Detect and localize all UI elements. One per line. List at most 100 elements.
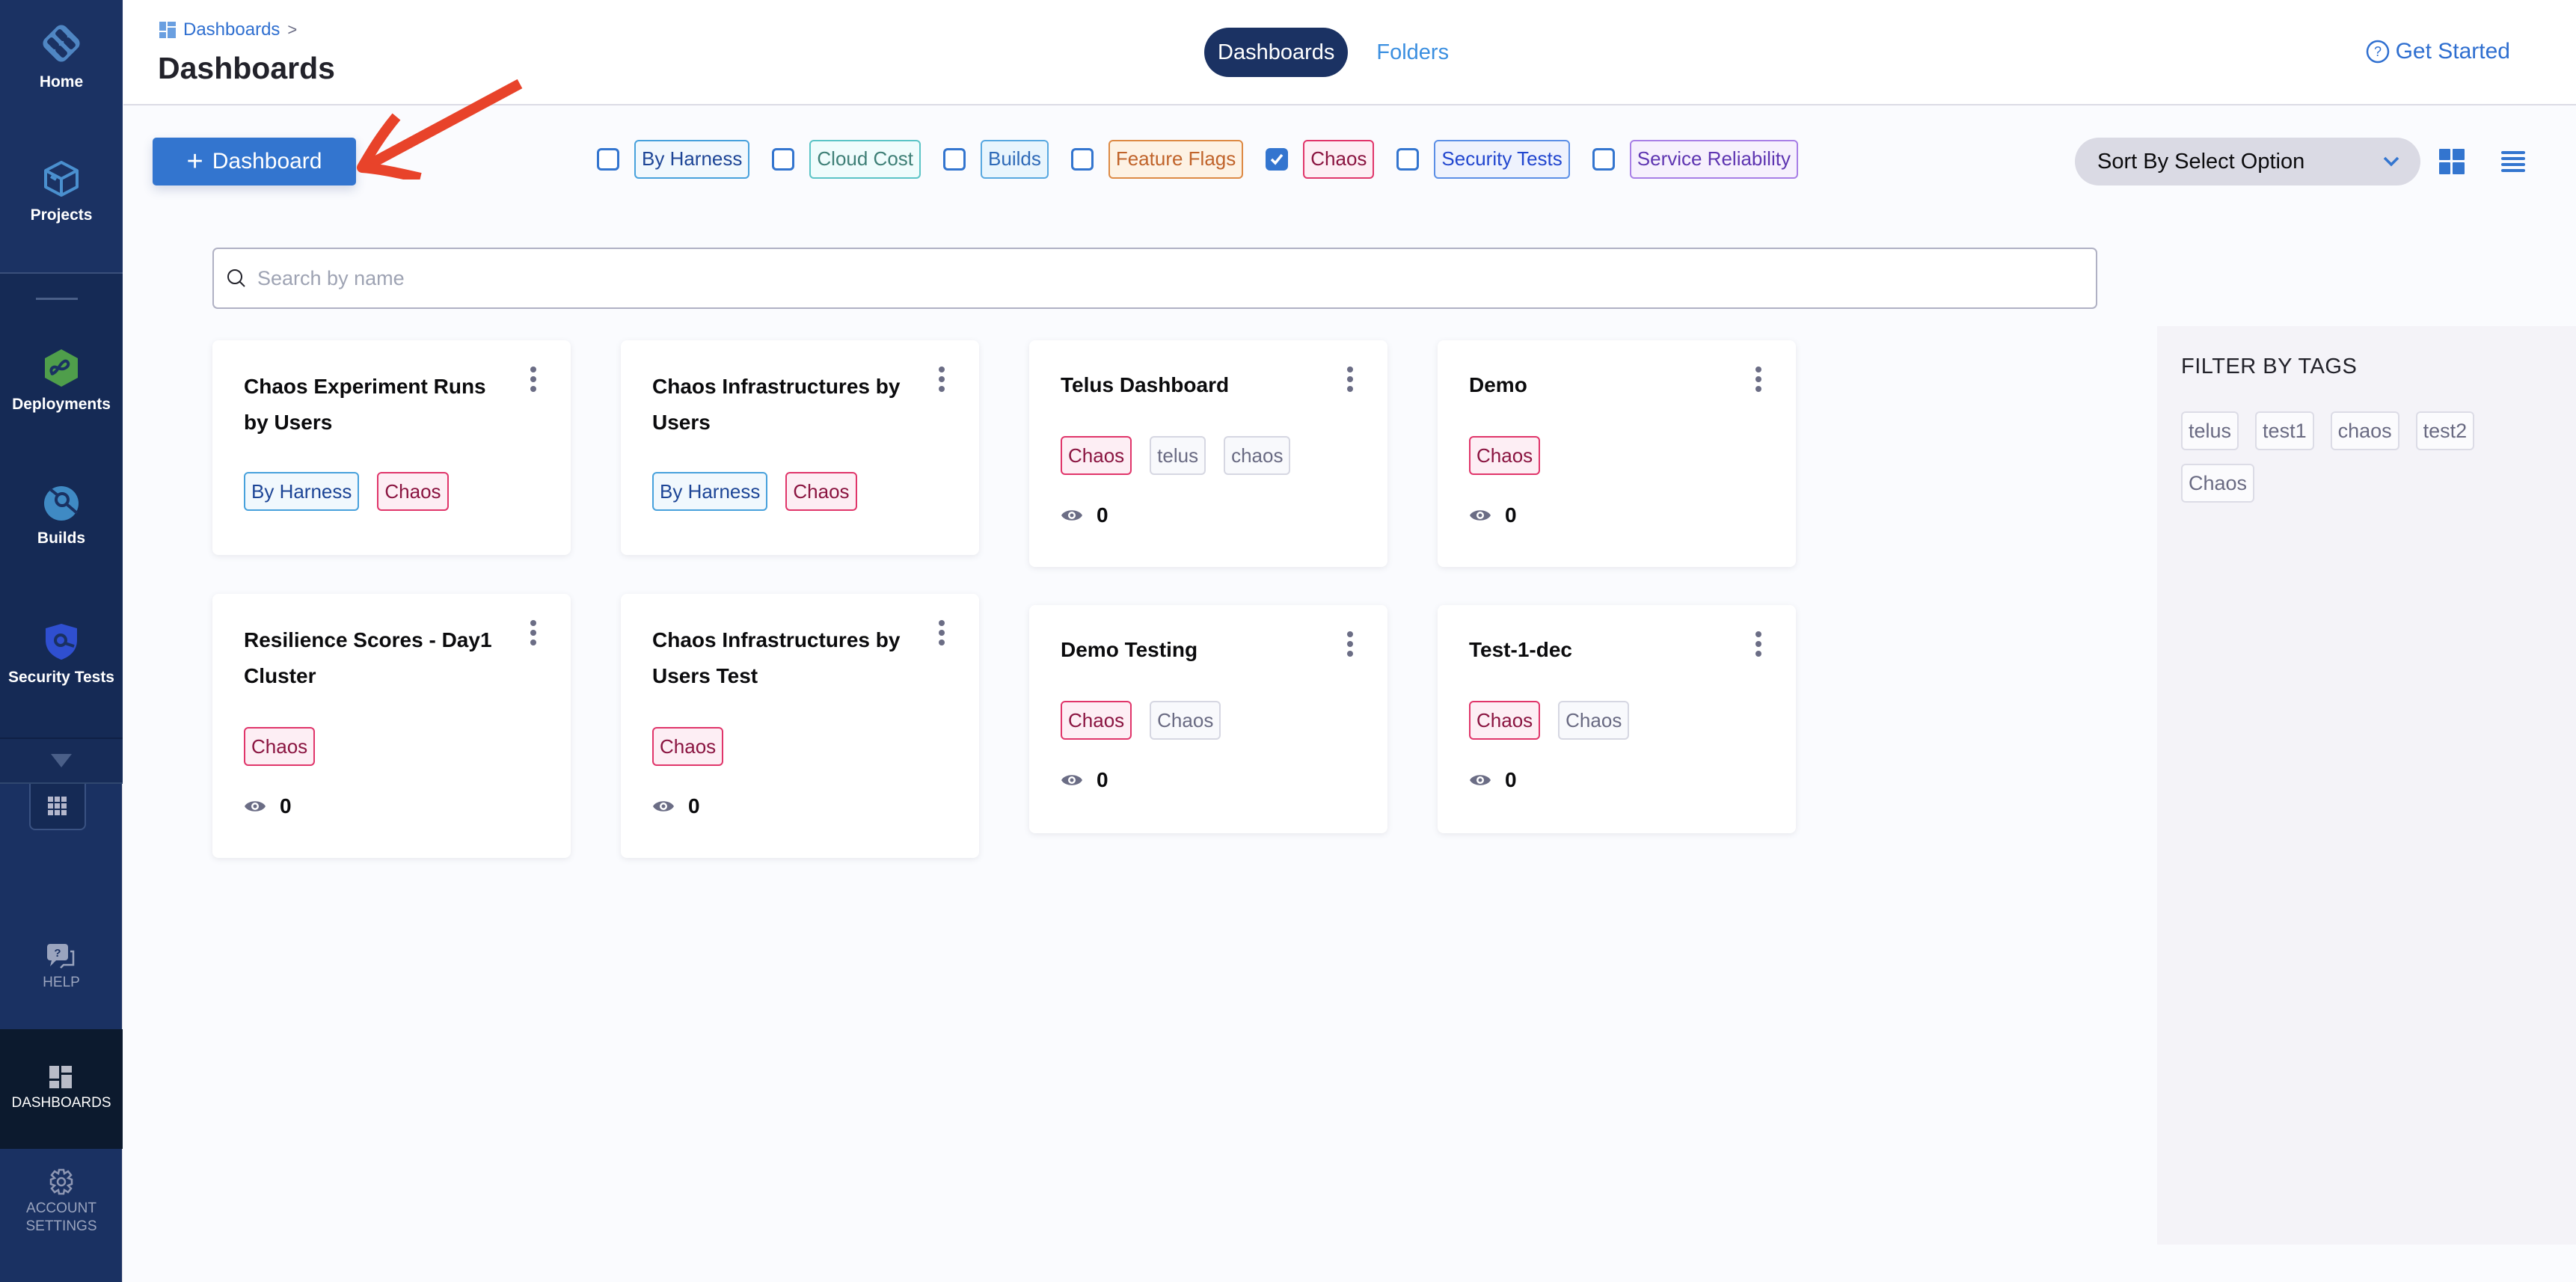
list-view-icon[interactable] [2501,150,2525,174]
grid-view-icon[interactable] [2439,149,2465,174]
sidebar-item-builds[interactable]: Builds [0,485,123,548]
filter-cloud-cost[interactable]: Cloud Cost [772,140,921,179]
tag-badge: Chaos [1469,436,1541,475]
dashboard-card[interactable]: Telus Dashboard Chaos telus chaos 0 [1029,340,1387,567]
filter-chip: Builds [981,140,1049,179]
filter-by-tags-title: FILTER BY TAGS [2181,355,2358,378]
filter-tag[interactable]: test2 [2415,411,2475,450]
more-options-icon[interactable] [1344,366,1356,396]
view-count-value: 0 [1505,503,1517,527]
module-grid-button[interactable] [29,784,86,830]
dashboards-icon [159,22,176,38]
more-options-icon[interactable] [1752,631,1764,660]
dashboard-card-title: Telus Dashboard [1061,373,1230,396]
filter-checkbox[interactable] [1070,148,1094,171]
filter-builds[interactable]: Builds [943,140,1049,179]
filter-feature-flags[interactable]: Feature Flags [1070,140,1244,179]
tag-badge: Chaos [1150,701,1221,740]
filter-checkbox[interactable] [1592,148,1615,171]
more-options-icon[interactable] [936,619,948,649]
dashboard-card[interactable]: Resilience Scores - Day1 Cluster Chaos 0 [212,594,571,858]
tab-dashboards[interactable]: Dashboards [1204,28,1349,77]
cube-icon [44,161,79,197]
search-box [212,248,2097,309]
sidebar-item-label: Home [39,73,84,91]
more-options-icon[interactable] [1344,631,1356,660]
filter-tag[interactable]: test1 [2255,411,2314,450]
dashboard-card-title: Chaos Infrastructures by Users [652,375,901,434]
sidebar-expand-modules-button[interactable] [0,737,123,784]
tag-badge: Chaos [1558,701,1630,740]
sidebar-item-dashboards[interactable]: DASHBOARDS [0,1029,123,1149]
sidebar-item-label: ACCOUNT SETTINGS [25,1200,97,1234]
sidebar-item-security-tests[interactable]: Security Tests [0,622,123,687]
dashboard-card-title: Test-1-dec [1469,638,1572,661]
view-count: 0 [1469,768,1517,792]
view-count-value: 0 [688,794,700,818]
get-started-link[interactable]: ? Get Started [2366,39,2510,64]
caret-down-icon [51,754,72,767]
more-options-icon[interactable] [527,619,539,649]
dashboard-card[interactable]: Demo Testing Chaos Chaos 0 [1029,605,1387,833]
dashboard-card-tags: By Harness Chaos [652,472,857,511]
filter-chaos[interactable]: Chaos [1266,140,1375,179]
dashboards-icon [49,1066,72,1088]
add-dashboard-button[interactable]: + Dashboard [153,138,356,185]
dashboard-card[interactable]: Test-1-dec Chaos Chaos 0 [1438,605,1796,833]
sidebar-item-projects[interactable]: Projects [0,159,123,224]
dashboard-card-tags: Chaos telus chaos [1061,436,1291,475]
filter-chip: Chaos [1303,140,1375,179]
dashboard-card[interactable]: Chaos Infrastructures by Users By Harness… [621,340,979,555]
view-count: 0 [1061,768,1108,792]
view-count-value: 0 [280,794,292,818]
view-count: 0 [244,794,292,818]
filter-tag[interactable]: chaos [2330,411,2399,450]
sidebar-item-label: Security Tests [7,669,114,686]
harness-home-icon [43,25,80,62]
filter-tag[interactable]: Chaos [2181,464,2255,503]
question-circle-icon: ? [2366,40,2389,64]
sort-dropdown-label: Sort By Select Option [2097,149,2305,174]
breadcrumb-link-dashboards[interactable]: Dashboards [183,19,280,40]
breadcrumb: Dashboards > [159,19,297,40]
filter-service-reliability[interactable]: Service Reliability [1592,140,1798,179]
tag-badge: Chaos [377,472,449,511]
filter-checkbox[interactable] [1266,148,1289,171]
filter-checkbox[interactable] [1396,148,1420,171]
view-count: 0 [652,794,700,818]
dashboard-card-title: Chaos Infrastructures by Users Test [652,628,901,687]
deployments-icon [45,349,78,387]
dashboard-card-tags: Chaos [1469,436,1541,475]
dashboard-card-tags: Chaos [652,727,724,766]
sidebar-item-deployments[interactable]: Deployments [0,348,123,414]
more-options-icon[interactable] [527,366,539,396]
more-options-icon[interactable] [936,366,948,396]
search-input[interactable] [257,266,2052,290]
filter-checkbox[interactable] [772,148,795,171]
dashboard-card[interactable]: Chaos Experiment Runs by Users By Harness… [212,340,571,555]
dashboard-card[interactable]: Chaos Infrastructures by Users Test Chaos… [621,594,979,858]
filter-tag[interactable]: telus [2181,411,2239,450]
filter-security-tests[interactable]: Security Tests [1396,140,1570,179]
tag-badge: By Harness [244,472,360,511]
eye-icon [1061,510,1082,521]
filter-checkbox[interactable] [943,148,966,171]
eye-icon [245,801,266,812]
sort-dropdown[interactable]: Sort By Select Option [2075,138,2420,185]
more-options-icon[interactable] [1752,366,1764,396]
chevron-down-icon [2383,156,2399,167]
dashboard-card-title: Chaos Experiment Runs by Users [244,375,486,434]
add-dashboard-label: Dashboard [212,149,322,174]
checkmark-icon [1271,153,1284,165]
sidebar-item-help[interactable]: ? HELP [0,944,123,992]
sidebar-item-home[interactable]: Home [0,21,123,91]
security-tests-icon [46,624,77,660]
dashboard-card[interactable]: Demo Chaos 0 [1438,340,1796,567]
filter-checkbox[interactable] [597,148,619,171]
svg-text:?: ? [2374,44,2382,59]
sidebar-item-label: Builds [37,530,86,547]
tab-folders[interactable]: Folders [1363,28,1462,77]
sidebar-item-account-settings[interactable]: ACCOUNT SETTINGS [0,1168,123,1236]
dashboard-card-title: Demo Testing [1061,638,1198,661]
filter-by-harness[interactable]: By Harness [597,140,750,179]
